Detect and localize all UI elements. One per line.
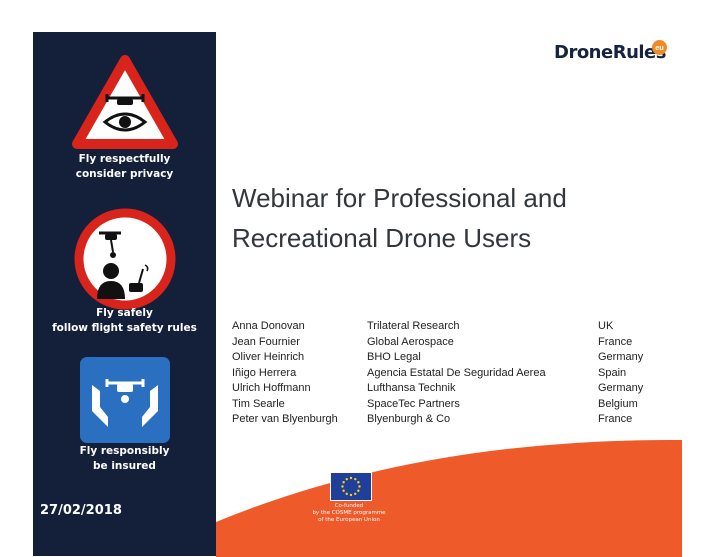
participant-row: Peter van Blyenburgh Blyenburgh & Co Franc…	[232, 413, 633, 425]
caption-safety: Fly safely follow flight safety rules	[52, 307, 197, 334]
slide: Fly respectfully consider privacy Fly sa…	[0, 0, 720, 557]
caption-privacy: Fly respectfully consider privacy	[75, 153, 174, 180]
flight-safety-icon	[73, 207, 177, 316]
date-label: 27/02/2018	[40, 503, 122, 518]
eu-flag-icon	[330, 472, 372, 501]
participants-list: Anna Donovan Trilateral Research UK Jean F…	[232, 320, 662, 429]
slide-title: Webinar for Professional and Recreationa…	[232, 183, 567, 253]
insurance-icon	[80, 357, 170, 448]
participant-row: Tim Searle SpaceTec Partners Belgium	[232, 397, 638, 410]
caption-insured: Fly responsibly be insured	[79, 445, 170, 472]
participant-row: Ulrich Hoffmann Lufthansa Technik Germany	[232, 382, 644, 394]
participant-row: Iñigo Herrera Agencia Estatal De Segurida…	[232, 366, 627, 379]
eu-cofunding-notice: Co-funded by the COSME programme of the …	[312, 503, 386, 523]
participant-row: Anna Donovan Trilateral Research UK	[232, 320, 614, 332]
privacy-warning-icon	[72, 54, 178, 157]
logo-badge: eu	[652, 40, 667, 55]
sidebar: Fly respectfully consider privacy Fly sa…	[33, 32, 216, 556]
participant-row: Jean Fournier Global Aerospace France	[232, 335, 633, 348]
participant-row: Oliver Heinrich BHO Legal Germany	[232, 351, 644, 363]
logo-text: DroneRules	[554, 42, 666, 63]
